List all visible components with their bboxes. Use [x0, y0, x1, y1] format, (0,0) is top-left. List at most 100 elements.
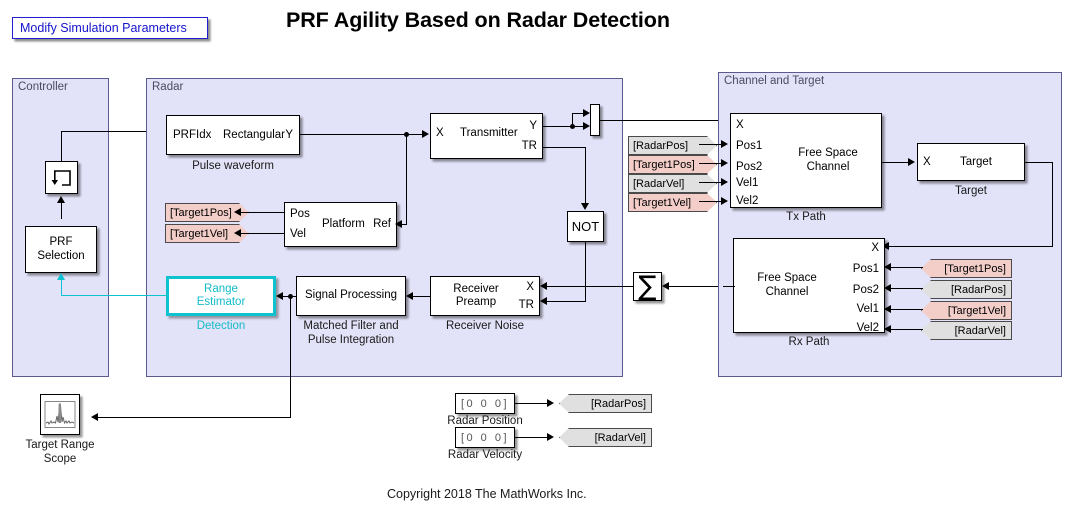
from-tag-rx-radarpos[interactable]: [RadarPos]	[921, 280, 1012, 299]
from-tag-tx-target1vel[interactable]: [Target1Vel]	[628, 193, 717, 212]
wire-target-down	[1052, 162, 1054, 247]
arrow-icon	[422, 130, 429, 138]
transmitter-port-out-1: Y	[529, 120, 537, 132]
arrow-icon	[583, 122, 590, 130]
platform-port-in-2: Vel	[290, 228, 306, 240]
rx-path-port-pos1: Pos1	[852, 263, 879, 275]
receiver-preamp-block[interactable]: Receiver Preamp X TR	[430, 276, 540, 316]
radar-position-const-block[interactable]: [0 0 0]	[455, 393, 515, 414]
range-estimator-caption: Detection	[196, 320, 246, 332]
range-estimator-block[interactable]: Range Estimator	[166, 276, 276, 316]
pulse-waveform-name: Rectangular	[223, 129, 286, 141]
rx-path-port-vel1: Vel1	[856, 303, 879, 315]
rx-path-block[interactable]: Free Space Channel X Pos1 Pos2 Vel1 Vel2	[733, 238, 885, 334]
transmitter-name: Transmitter	[460, 127, 518, 139]
wire-sum-to-receiver	[547, 286, 633, 288]
pulse-waveform-port-in: PRFIdx	[173, 129, 212, 141]
goto-tag-radarvel[interactable]: [RadarVel]	[559, 428, 652, 447]
subsystem-radar-label: Radar	[152, 81, 184, 93]
rx-path-port-x: X	[871, 242, 879, 254]
radar-velocity-value: [0 0 0]	[460, 431, 510, 444]
sum-block[interactable]: ∑	[633, 272, 662, 301]
wire-detection-feedback-v	[61, 280, 63, 296]
page-title: PRF Agility Based on Radar Detection	[286, 8, 670, 32]
wire-sigproc-branch-down	[290, 296, 292, 418]
tx-path-name: Free Space Channel	[798, 147, 858, 173]
arrow-icon	[721, 140, 728, 148]
wire-rx-tag-pos1	[891, 267, 923, 269]
platform-name: Platform	[322, 218, 365, 230]
mux-block[interactable]	[590, 104, 600, 136]
rx-path-port-vel2: Vel2	[856, 322, 879, 334]
wire-radarvel-to-tag	[515, 437, 551, 439]
signal-processing-block[interactable]: Signal Processing	[296, 276, 406, 316]
wire-not-to-receiver-tr	[547, 301, 586, 303]
from-tag-rx-target1pos[interactable]: [Target1Pos]	[921, 259, 1012, 278]
arrow-icon	[547, 433, 554, 441]
subsystem-channel-label: Channel and Target	[724, 75, 825, 87]
from-tag-rx-target1vel[interactable]: [Target1Vel]	[921, 301, 1012, 320]
not-block[interactable]: NOT	[567, 211, 604, 242]
tx-path-port-pos1: Pos1	[736, 140, 763, 152]
subsystem-controller-label: Controller	[18, 81, 68, 93]
tx-path-port-vel1: Vel1	[736, 177, 759, 189]
signal-processing-caption: Matched Filter and Pulse Integration	[303, 320, 399, 346]
wire-platform-pos	[240, 212, 285, 214]
pulse-waveform-block[interactable]: PRFIdx Rectangular Y	[166, 115, 300, 155]
arrow-icon	[721, 197, 728, 205]
arrow-icon	[406, 291, 413, 300]
rx-path-caption: Rx Path	[788, 336, 830, 348]
wire-tr-down	[585, 147, 587, 204]
modify-simulation-parameters-button[interactable]: Modify Simulation Parameters	[12, 17, 208, 39]
transmitter-block[interactable]: X Transmitter Y TR	[430, 113, 543, 159]
wire-rx-tag-vel1	[891, 309, 923, 311]
receiver-preamp-port-in-2: TR	[518, 299, 534, 311]
arrow-icon	[234, 228, 241, 237]
arrow-icon	[884, 304, 891, 313]
wire-rx-tag-pos2	[891, 288, 923, 290]
wire-tx-to-target	[882, 162, 911, 164]
wire-to-rx-x	[889, 246, 1053, 248]
target-port-in: X	[923, 156, 931, 168]
wire-mux-to-channel	[600, 120, 724, 122]
platform-port-in-1: Pos	[290, 208, 310, 220]
arrow-icon	[395, 220, 402, 228]
target-caption: Target	[955, 185, 987, 197]
unit-delay-block[interactable]	[45, 161, 78, 194]
from-tag-tx-target1pos[interactable]: [Target1Pos]	[628, 155, 717, 174]
wire-estimator-out	[108, 295, 168, 297]
prf-selection-block[interactable]: PRF Selection	[25, 226, 97, 273]
rx-path-port-pos2: Pos2	[852, 284, 879, 296]
copyright-notice: Copyright 2018 The MathWorks Inc.	[387, 487, 587, 501]
goto-tag-radarpos[interactable]: [RadarPos]	[559, 394, 652, 413]
prf-selection-label: PRF Selection	[37, 236, 85, 262]
target-block[interactable]: X Target	[917, 143, 1025, 181]
wire-prfsel-to-delay	[61, 203, 63, 219]
arrow-icon	[583, 109, 590, 117]
target-range-scope-block[interactable]	[40, 394, 80, 435]
wire-waveform-branch-down	[406, 134, 408, 225]
tx-path-caption: Tx Path	[786, 211, 826, 223]
wire-transmitter-tr	[543, 147, 586, 149]
arrow-icon	[662, 281, 669, 290]
wire-platform-vel	[240, 233, 285, 235]
receiver-preamp-caption: Receiver Noise	[446, 320, 524, 332]
from-tag-tx-radarvel[interactable]: [RadarVel]	[628, 174, 717, 193]
arrow-icon	[884, 324, 891, 333]
transmitter-port-out-2: TR	[521, 140, 537, 152]
wire-rx-out	[723, 286, 735, 288]
tx-path-block[interactable]: Free Space Channel X Pos1 Pos2 Vel1 Vel2	[730, 113, 882, 208]
range-estimator-label: Range Estimator	[196, 282, 246, 309]
arrow-icon	[540, 296, 547, 305]
wire-transmitter-y	[543, 126, 586, 128]
platform-port-out: Ref	[373, 218, 391, 230]
transmitter-port-in: X	[436, 127, 444, 139]
platform-block[interactable]: Pos Vel Platform Ref	[284, 202, 397, 247]
wire-to-scope	[98, 417, 291, 419]
radar-position-value: [0 0 0]	[460, 397, 510, 410]
from-tag-tx-radarpos[interactable]: [RadarPos]	[628, 136, 717, 155]
from-tag-rx-radarvel[interactable]: [RadarVel]	[921, 321, 1012, 340]
radar-velocity-const-block[interactable]: [0 0 0]	[455, 427, 515, 448]
arrow-icon	[721, 159, 728, 167]
wire-receiver-to-sigproc	[413, 296, 431, 298]
